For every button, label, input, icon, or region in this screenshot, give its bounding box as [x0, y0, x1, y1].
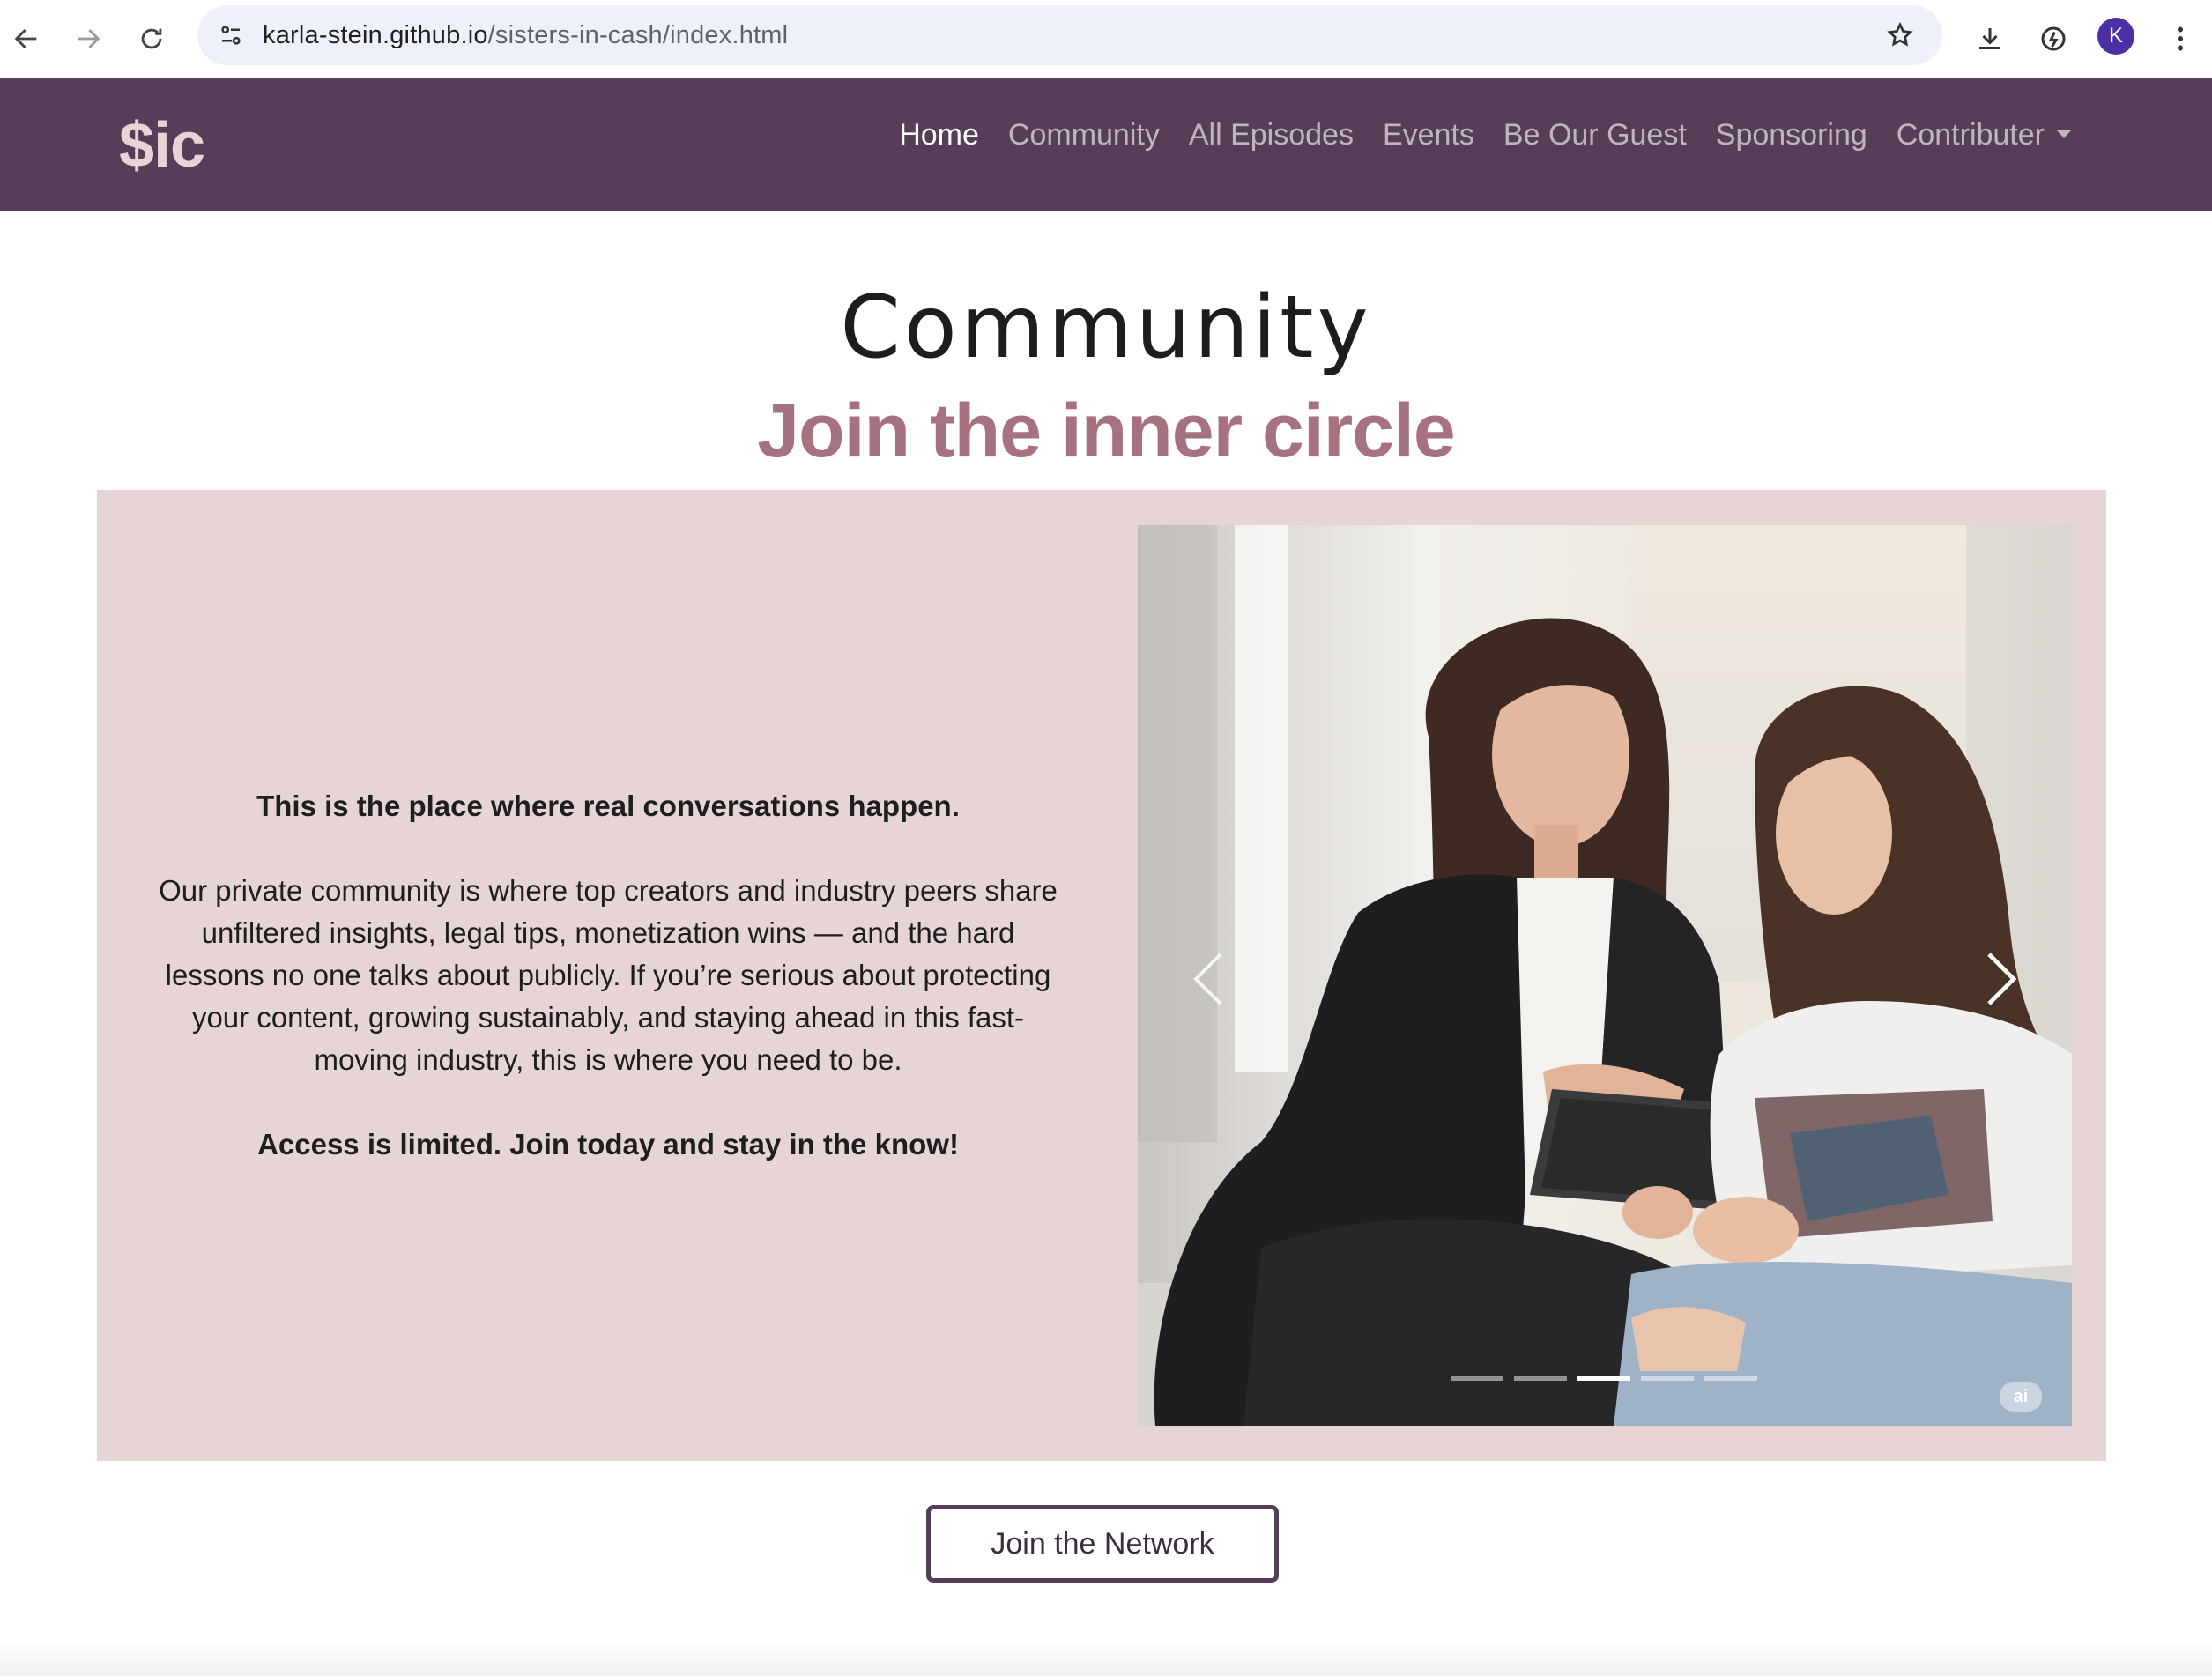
body-text: Our private community is where top creat…: [159, 874, 1058, 1076]
carousel-indicator[interactable]: [1704, 1376, 1757, 1381]
carousel-indicator-active[interactable]: [1577, 1376, 1630, 1381]
intro-text: This is the place where real conversatio…: [256, 790, 960, 822]
profile-avatar[interactable]: K: [2097, 18, 2134, 55]
nav-link-events[interactable]: Events: [1383, 118, 1474, 152]
carousel-indicators: [1451, 1376, 1757, 1381]
performance-icon[interactable]: [2027, 12, 2080, 65]
community-text: This is the place where real conversatio…: [150, 490, 1066, 1461]
nav-dropdown-contributer[interactable]: Contributer: [1897, 118, 2071, 152]
community-card: This is the place where real conversatio…: [97, 490, 2106, 1461]
join-network-button[interactable]: Join the Network: [926, 1505, 1279, 1583]
download-icon[interactable]: [1963, 12, 2016, 65]
carousel-indicator[interactable]: [1641, 1376, 1694, 1381]
nav-dropdown-label: Contributer: [1896, 118, 2045, 152]
carousel-photo: [1138, 525, 2072, 1426]
browser-toolbar: karla-stein.github.io/sisters-in-cash/in…: [0, 0, 2212, 78]
carousel-indicator[interactable]: [1514, 1376, 1567, 1381]
nav-link-sponsoring[interactable]: Sponsoring: [1716, 118, 1867, 152]
nav-links: Home Community All Episodes Events Be Ou…: [899, 118, 2071, 152]
page-subtitle: Join the inner circle: [757, 389, 1455, 473]
nav-link-home[interactable]: Home: [899, 118, 979, 152]
url-path: /sisters-in-cash/index.html: [487, 20, 789, 49]
url-domain: karla-stein.github.io: [263, 20, 488, 49]
url-text[interactable]: karla-stein.github.io/sisters-in-cash/in…: [263, 21, 788, 50]
reload-icon[interactable]: [125, 12, 178, 65]
page-bottom-shade: [0, 1639, 2212, 1676]
brand-logo[interactable]: $ic: [119, 109, 205, 182]
menu-kebab-icon[interactable]: [2154, 12, 2207, 65]
forward-icon[interactable]: [62, 12, 115, 65]
site-navbar: $ic Home Community All Episodes Events B…: [0, 78, 2212, 211]
carousel-next-icon[interactable]: [1975, 948, 2028, 1010]
image-carousel[interactable]: ai: [1138, 525, 2072, 1426]
address-bar[interactable]: karla-stein.github.io/sisters-in-cash/in…: [197, 5, 1942, 65]
page-title: Community: [840, 278, 1372, 378]
carousel-indicator[interactable]: [1451, 1376, 1503, 1381]
closing-text: Access is limited. Join today and stay i…: [257, 1128, 959, 1161]
back-icon[interactable]: [0, 12, 53, 65]
ai-badge: ai: [2000, 1382, 2042, 1412]
nav-link-be-our-guest[interactable]: Be Our Guest: [1503, 118, 1687, 152]
nav-link-community[interactable]: Community: [1008, 118, 1160, 152]
caret-down-icon: [2057, 130, 2071, 138]
nav-link-all-episodes[interactable]: All Episodes: [1189, 118, 1354, 152]
carousel-prev-icon[interactable]: [1182, 948, 1235, 1010]
bookmark-star-icon[interactable]: [1882, 18, 1918, 53]
site-settings-icon[interactable]: [213, 18, 249, 53]
